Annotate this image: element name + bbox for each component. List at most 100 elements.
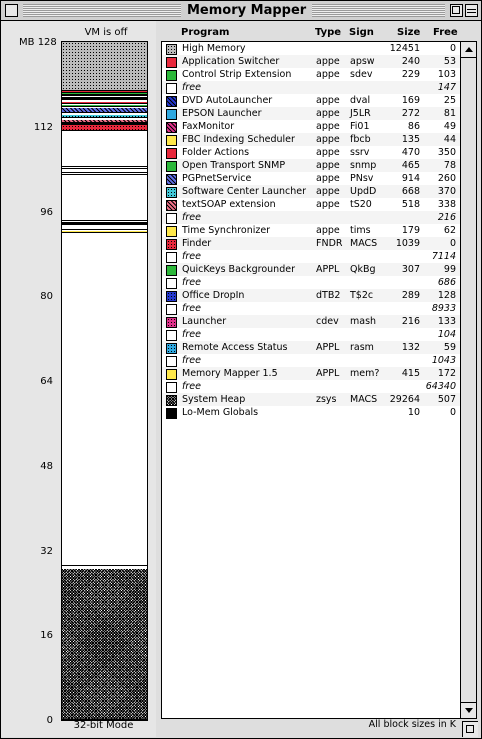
program-row[interactable]: Control Strip Extension appe sdev 229 103 <box>162 68 460 81</box>
block-boundary <box>62 105 147 107</box>
block-boundary <box>62 232 147 234</box>
program-row[interactable]: EPSON Launcher appe J5LR 272 81 <box>162 107 460 120</box>
program-row[interactable]: Software Center Launcher appe UpdD 668 370 <box>162 185 460 198</box>
cell-sign: mem? <box>350 368 380 379</box>
program-row[interactable]: High Memory 12451 0 <box>162 42 460 55</box>
block-swatch <box>166 135 177 146</box>
memory-block[interactable] <box>62 568 147 720</box>
block-swatch <box>166 226 177 237</box>
program-row[interactable]: QuicKeys Backgrounder APPL QkBg 307 99 <box>162 263 460 276</box>
cell-free: 0 <box>449 238 456 249</box>
free-block-row[interactable]: free 686 <box>162 276 460 289</box>
header-free[interactable]: Free <box>433 27 458 38</box>
program-row[interactable]: FaxMonitor appe Fi01 86 49 <box>162 120 460 133</box>
cell-sign: MACS <box>350 238 378 249</box>
cell-program: Control Strip Extension <box>182 69 292 80</box>
header-size[interactable]: Size <box>397 27 420 38</box>
cell-program: Finder <box>182 238 212 249</box>
cell-size: 518 <box>401 199 420 210</box>
program-row[interactable]: Application Switcher appe apsw 240 53 <box>162 55 460 68</box>
cell-free: 7114 <box>431 251 456 262</box>
block-boundary <box>62 229 147 231</box>
close-box-icon[interactable] <box>5 4 18 17</box>
y-tick-label: 112 <box>33 121 53 133</box>
cell-program: free <box>182 212 201 223</box>
free-block-row[interactable]: free 7114 <box>162 250 460 263</box>
block-swatch <box>166 278 177 289</box>
cell-size: 135 <box>401 134 420 145</box>
cell-type: appe <box>316 173 340 184</box>
collapse-box-icon[interactable] <box>465 4 478 17</box>
cell-sign: tims <box>350 225 371 236</box>
cell-type: APPL <box>316 368 340 379</box>
program-list[interactable]: High Memory 12451 0 Application Switcher app… <box>161 41 461 719</box>
zoom-box-icon[interactable] <box>450 4 463 17</box>
cell-type: appe <box>316 121 340 132</box>
scroll-down-button[interactable] <box>461 702 476 718</box>
program-row[interactable]: Remote Access Status APPL rasm 132 59 <box>162 341 460 354</box>
block-swatch <box>166 44 177 55</box>
program-row[interactable]: Open Transport SNMP appe snmp 465 78 <box>162 159 460 172</box>
free-block-row[interactable]: free 1043 <box>162 354 460 367</box>
cell-sign: snmp <box>350 160 377 171</box>
title-bar[interactable]: Memory Mapper <box>1 1 481 21</box>
block-swatch <box>166 239 177 250</box>
cell-free: 0 <box>449 43 456 54</box>
header-sign[interactable]: Sign <box>349 27 374 38</box>
cell-program: QuicKeys Backgrounder <box>182 264 295 275</box>
program-row[interactable]: Folder Actions appe ssrv 470 350 <box>162 146 460 159</box>
block-swatch <box>166 148 177 159</box>
block-boundary <box>62 103 147 105</box>
program-row[interactable]: System Heap zsys MACS 29264 507 <box>162 393 460 406</box>
scroll-up-button[interactable] <box>461 42 476 58</box>
program-row[interactable]: Launcher cdev mash 216 133 <box>162 315 460 328</box>
cell-type: appe <box>316 95 340 106</box>
memory-block[interactable] <box>62 42 147 92</box>
free-block-row[interactable]: free 8933 <box>162 302 460 315</box>
block-swatch <box>166 265 177 276</box>
cell-type: appe <box>316 147 340 158</box>
program-row[interactable]: Office DropIn dTB2 T$2c 289 128 <box>162 289 460 302</box>
block-swatch <box>166 70 177 81</box>
grow-box-icon[interactable] <box>462 721 478 737</box>
column-headers: Program Type Sign Size Free <box>159 27 478 41</box>
header-type[interactable]: Type <box>315 27 341 38</box>
program-row[interactable]: PGPnetService appe PNsv 914 260 <box>162 172 460 185</box>
cell-program: Lo-Mem Globals <box>182 407 259 418</box>
program-row[interactable]: textSOAP extension appe tS20 518 338 <box>162 198 460 211</box>
block-boundary <box>62 97 147 99</box>
program-row[interactable]: Time Synchronizer appe tims 179 62 <box>162 224 460 237</box>
block-boundary <box>62 121 147 123</box>
free-block-row[interactable]: free 104 <box>162 328 460 341</box>
program-list-panel: Program Type Sign Size Free High Memory 1… <box>159 21 478 737</box>
header-program[interactable]: Program <box>181 27 229 38</box>
cell-sign: rasm <box>350 342 374 353</box>
program-row[interactable]: Lo-Mem Globals 10 0 <box>162 406 460 419</box>
cell-program: Memory Mapper 1.5 <box>182 368 278 379</box>
free-block-row[interactable]: free 216 <box>162 211 460 224</box>
y-tick-label: 16 <box>40 630 53 642</box>
cell-free: 81 <box>443 108 456 119</box>
free-block-row[interactable]: free 64340 <box>162 380 460 393</box>
cell-type: APPL <box>316 264 340 275</box>
memory-bar[interactable] <box>61 41 148 721</box>
cell-program: EPSON Launcher <box>182 108 262 119</box>
block-boundary <box>62 98 147 100</box>
block-boundary <box>62 124 147 126</box>
cell-free: 103 <box>437 69 456 80</box>
program-row[interactable]: Memory Mapper 1.5 APPL mem? 415 172 <box>162 367 460 380</box>
cell-sign: sdev <box>350 69 373 80</box>
program-row[interactable]: Finder FNDR MACS 1039 0 <box>162 237 460 250</box>
cell-free: 0 <box>449 407 456 418</box>
cell-size: 668 <box>401 186 420 197</box>
vertical-scrollbar[interactable] <box>460 41 477 719</box>
cell-free: 350 <box>437 147 456 158</box>
program-row[interactable]: DVD AutoLauncher appe dval 169 25 <box>162 94 460 107</box>
free-block-row[interactable]: free 147 <box>162 81 460 94</box>
block-swatch <box>166 161 177 172</box>
block-swatch <box>166 213 177 224</box>
cell-free: 53 <box>443 56 456 67</box>
cell-type: FNDR <box>316 238 343 249</box>
cell-program: DVD AutoLauncher <box>182 95 273 106</box>
program-row[interactable]: FBC Indexing Scheduler appe fbcb 135 44 <box>162 133 460 146</box>
